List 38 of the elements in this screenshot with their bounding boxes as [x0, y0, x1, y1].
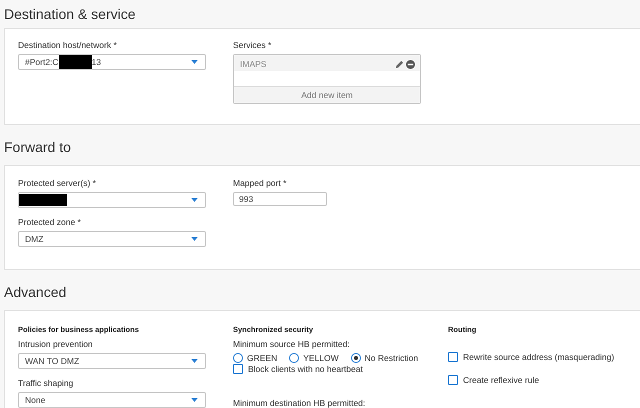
- section-title: Advanced: [3, 283, 68, 302]
- checkbox-label: Block clients with no heartbeat: [248, 364, 363, 374]
- field-label: Destination host/network *: [18, 40, 118, 50]
- checkbox-label: Create reflexive rule: [463, 375, 540, 385]
- checkbox[interactable]: [448, 352, 458, 362]
- checkbox-label: Rewrite source address (masquerading): [463, 352, 614, 362]
- radio-button[interactable]: [289, 353, 300, 363]
- dropdown[interactable]: None: [18, 392, 206, 408]
- caret-icon: [191, 398, 198, 402]
- checkbox[interactable]: [448, 375, 458, 385]
- dropdown[interactable]: [18, 192, 206, 208]
- remove-icon[interactable]: [406, 60, 415, 68]
- field-label: Mapped port *: [233, 178, 288, 188]
- radio-button[interactable]: [350, 353, 361, 363]
- field-label: Minimum destination HB permitted:: [233, 398, 366, 408]
- option-label: YELLOW: [303, 353, 339, 363]
- field-label: Protected server(s) *: [18, 178, 97, 188]
- caret-icon: [191, 237, 198, 241]
- option-label: GREEN: [247, 353, 278, 363]
- field-label: Traffic shaping: [18, 378, 74, 388]
- radio-button[interactable]: [233, 353, 243, 363]
- dropdown[interactable]: #Port2:C 13: [18, 54, 206, 70]
- checkbox[interactable]: [233, 364, 243, 374]
- input-field[interactable]: 993: [233, 192, 327, 206]
- pencil-icon[interactable]: [395, 60, 404, 68]
- add-item-button[interactable]: Add new item: [234, 86, 420, 103]
- section-title: Forward to: [3, 138, 72, 157]
- caret-icon: [191, 60, 198, 64]
- field-label: Minimum source HB permitted:: [233, 339, 350, 349]
- section-title: Destination & service: [3, 5, 137, 24]
- caret-icon: [191, 198, 198, 202]
- dropdown[interactable]: DMZ: [18, 231, 206, 247]
- field-label: Services *: [233, 40, 272, 50]
- field-label: Intrusion prevention: [18, 339, 94, 349]
- option-label: No Restriction: [364, 353, 418, 363]
- field-label: Protected zone *: [18, 217, 82, 227]
- caret-icon: [191, 359, 198, 363]
- dropdown[interactable]: WAN TO DMZ: [18, 353, 206, 369]
